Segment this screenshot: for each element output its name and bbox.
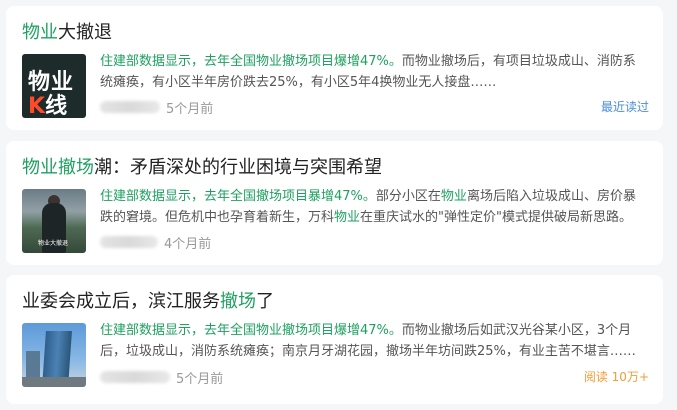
title-text: 业委会成立后，滨江服务 — [22, 291, 220, 312]
author-name-blurred — [100, 371, 170, 383]
publish-time: 5个月前 — [176, 371, 224, 387]
article-card-3[interactable]: 业委会成立后，滨江服务撤场了 住建部数据显示，去年全国物业撤场项目爆增47%。而… — [6, 275, 663, 404]
title-text-end: 了 — [256, 291, 274, 312]
article-meta: 5个月前 — [100, 368, 224, 387]
title-highlight: 撤场 — [220, 291, 256, 312]
author-name-blurred — [100, 101, 160, 113]
summary-text: 在重庆试水的"弹性定价"模式提供破局新思路。 — [360, 210, 632, 225]
title-text: 大撤退 — [58, 22, 112, 43]
summary-text: 部分小区在 — [375, 189, 441, 204]
article-meta: 5个月前 — [100, 98, 214, 117]
article-thumbnail[interactable]: 物业大撤退 — [22, 189, 86, 253]
article-title[interactable]: 物业撤场潮：矛盾深处的行业困境与突围希望 — [22, 157, 647, 179]
summary-keyword: 物业 — [440, 189, 467, 204]
article-summary: 住建部数据显示，去年全国撤场项目暴增47%。部分小区在物业离场后陷入垃圾成山、房… — [100, 186, 647, 228]
summary-keyword: 物业 — [334, 210, 361, 225]
thumbnail-logo-text-2: K线 — [28, 94, 68, 118]
thumbnail-caption: 物业大撤退 — [38, 240, 69, 247]
thumbnail-street — [22, 377, 86, 387]
title-highlight: 物业撤场 — [22, 157, 94, 178]
article-summary: 住建部数据显示，去年全国物业撤场项目爆增47%。而物业撤场后如武汉光谷某小区，3… — [100, 320, 647, 362]
article-feed: 物业大撤退 物业 K线 住建部数据显示，去年全国物业撤场项目爆增47%。而物业撤… — [0, 0, 677, 410]
article-card-1[interactable]: 物业大撤退 物业 K线 住建部数据显示，去年全国物业撤场项目爆增47%。而物业撤… — [6, 6, 663, 130]
author-name-blurred — [100, 236, 158, 248]
view-count-badge: 阅读 10万+ — [583, 370, 649, 384]
article-summary: 住建部数据显示，去年全国物业撤场项目爆增47%。而物业撤场后，有项目垃圾成山、消… — [100, 51, 647, 93]
article-card-2[interactable]: 物业撤场潮：矛盾深处的行业困境与突围希望 物业大撤退 住建部数据显示，去年全国撤… — [6, 141, 663, 265]
title-text: 潮：矛盾深处的行业困境与突围希望 — [94, 157, 382, 178]
summary-lead: 住建部数据显示，去年全国撤场项目暴增47%。 — [100, 189, 376, 204]
summary-lead: 住建部数据显示，去年全国物业撤场项目爆增47%。 — [100, 54, 402, 69]
article-thumbnail[interactable] — [22, 323, 86, 387]
title-highlight: 物业 — [22, 22, 58, 43]
summary-lead: 住建部数据显示，去年全国物业撤场项目爆增47%。 — [100, 323, 402, 338]
recently-read-badge: 最近读过 — [600, 100, 649, 114]
article-meta: 4个月前 — [100, 233, 212, 252]
article-thumbnail[interactable]: 物业 K线 — [22, 54, 86, 118]
article-title[interactable]: 业委会成立后，滨江服务撤场了 — [22, 291, 647, 313]
publish-time: 5个月前 — [166, 101, 214, 117]
article-title[interactable]: 物业大撤退 — [22, 22, 647, 44]
publish-time: 4个月前 — [164, 236, 212, 252]
